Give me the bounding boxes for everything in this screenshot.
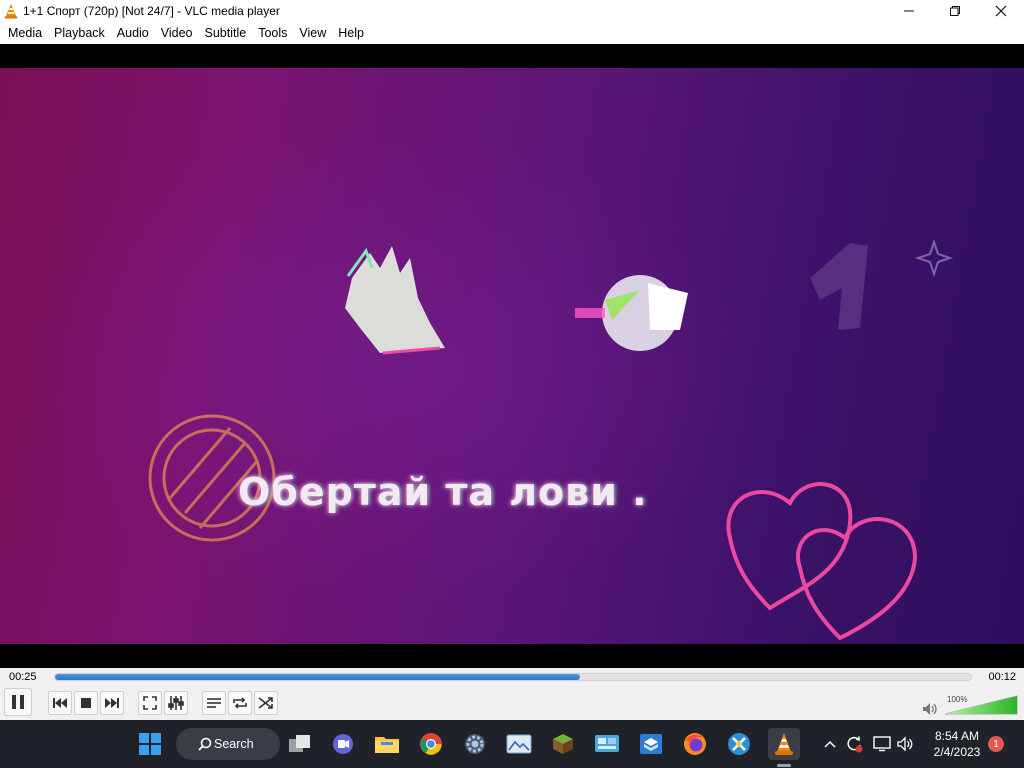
volume-level	[945, 696, 1017, 714]
minecraft-button[interactable]	[547, 728, 579, 760]
menu-view[interactable]: View	[293, 22, 332, 44]
menu-help[interactable]: Help	[332, 22, 370, 44]
video-frame: Обертай та лови .	[0, 68, 1024, 644]
elapsed-time: 00:25	[9, 671, 37, 683]
sync-error-icon	[847, 736, 863, 753]
tools-app-button[interactable]	[723, 728, 755, 760]
pause-icon	[12, 695, 24, 709]
file-explorer-button[interactable]	[371, 728, 403, 760]
sandbox-icon	[640, 734, 662, 754]
network-icon	[873, 736, 891, 752]
windows-logo-icon	[139, 733, 161, 755]
minimize-button[interactable]	[886, 0, 932, 22]
sparkle-graphic	[914, 238, 954, 278]
volume-tray-button[interactable]	[896, 734, 916, 754]
volume-slider[interactable]	[943, 694, 1019, 716]
control-panel-icon	[595, 735, 619, 752]
speaker-icon[interactable]	[922, 702, 940, 716]
pause-button[interactable]	[4, 688, 32, 716]
seek-slider[interactable]	[54, 673, 972, 681]
vlc-cone-icon	[775, 733, 793, 755]
taskbar: Search 8:54 AM 2/4/2023 1	[0, 720, 1024, 768]
previous-button[interactable]	[48, 691, 72, 715]
stop-button[interactable]	[74, 691, 98, 715]
chrome-button[interactable]	[415, 728, 447, 760]
task-view-icon	[289, 735, 310, 752]
teams-chat-icon	[333, 734, 353, 754]
shuffle-icon	[258, 697, 273, 709]
menu-audio[interactable]: Audio	[111, 22, 155, 44]
menu-tools[interactable]: Tools	[252, 22, 293, 44]
fullscreen-icon	[143, 696, 157, 710]
video-caption: Обертай та лови .	[238, 470, 648, 514]
firefox-icon	[684, 733, 706, 755]
taskbar-search[interactable]: Search	[176, 728, 280, 760]
gear-icon	[465, 734, 485, 754]
chrome-icon	[420, 733, 442, 755]
chevron-up-icon	[824, 740, 836, 748]
extended-settings-button[interactable]	[164, 691, 188, 715]
video-graphics	[148, 238, 954, 641]
control-panel: 00:25 00:12 100%	[0, 668, 1024, 720]
clock-time: 8:54 AM	[934, 729, 980, 743]
faint-one-graphic	[810, 243, 868, 330]
sandbox-button[interactable]	[635, 728, 667, 760]
stop-icon	[81, 698, 91, 708]
random-button[interactable]	[254, 691, 278, 715]
teams-chat-button[interactable]	[327, 728, 359, 760]
title-bar: 1+1 Спорт (720p) [Not 24/7] - VLC media …	[0, 0, 1024, 22]
window-controls	[886, 0, 1024, 22]
vlc-cone-icon	[4, 4, 18, 19]
start-button[interactable]	[134, 728, 166, 760]
firefox-button[interactable]	[679, 728, 711, 760]
seek-progress	[55, 674, 580, 680]
video-area[interactable]: Обертай та лови .	[0, 44, 1024, 668]
hand-graphic	[345, 246, 445, 355]
menu-bar: Media Playback Audio Video Subtitle Tool…	[0, 22, 1024, 44]
previous-icon	[53, 698, 67, 708]
sync-tray-button[interactable]	[844, 734, 864, 754]
loop-icon	[233, 697, 247, 709]
neon-hearts-graphic	[726, 482, 918, 641]
close-button[interactable]	[978, 0, 1024, 22]
remaining-time[interactable]: 00:12	[988, 671, 1016, 683]
active-app-indicator	[777, 764, 791, 767]
grass-block-icon	[553, 734, 573, 754]
playlist-button[interactable]	[202, 691, 226, 715]
restore-icon	[950, 6, 960, 16]
taskbar-clock[interactable]: 8:54 AM 2/4/2023	[926, 728, 988, 760]
playlist-icon	[207, 698, 221, 708]
sliders-icon	[168, 696, 184, 710]
loop-button[interactable]	[228, 691, 252, 715]
search-label: Search	[214, 737, 254, 751]
close-icon	[995, 5, 1007, 17]
next-button[interactable]	[100, 691, 124, 715]
speaker-icon	[897, 736, 913, 752]
tools-icon	[728, 733, 750, 755]
vlc-taskbar-button[interactable]	[768, 728, 800, 760]
fullscreen-button[interactable]	[138, 691, 162, 715]
search-icon	[198, 737, 212, 751]
minimize-icon	[904, 10, 914, 12]
folder-icon	[375, 737, 399, 753]
photos-button[interactable]	[503, 728, 535, 760]
clock-date: 2/4/2023	[933, 745, 981, 759]
control-panel-button[interactable]	[591, 728, 623, 760]
menu-playback[interactable]: Playback	[48, 22, 111, 44]
menu-video[interactable]: Video	[155, 22, 199, 44]
tray-overflow-button[interactable]	[820, 734, 840, 754]
settings-button[interactable]	[459, 728, 491, 760]
menu-media[interactable]: Media	[2, 22, 48, 44]
vlc-window: 1+1 Спорт (720p) [Not 24/7] - VLC media …	[0, 0, 1024, 768]
maximize-button[interactable]	[932, 0, 978, 22]
photos-icon	[506, 734, 532, 754]
next-icon	[105, 698, 119, 708]
notification-badge[interactable]: 1	[988, 736, 1004, 752]
task-view-button[interactable]	[284, 728, 316, 760]
glitch-sphere-graphic	[575, 275, 688, 351]
network-tray-button[interactable]	[872, 734, 892, 754]
menu-subtitle[interactable]: Subtitle	[199, 22, 253, 44]
window-title: 1+1 Спорт (720p) [Not 24/7] - VLC media …	[23, 4, 280, 18]
